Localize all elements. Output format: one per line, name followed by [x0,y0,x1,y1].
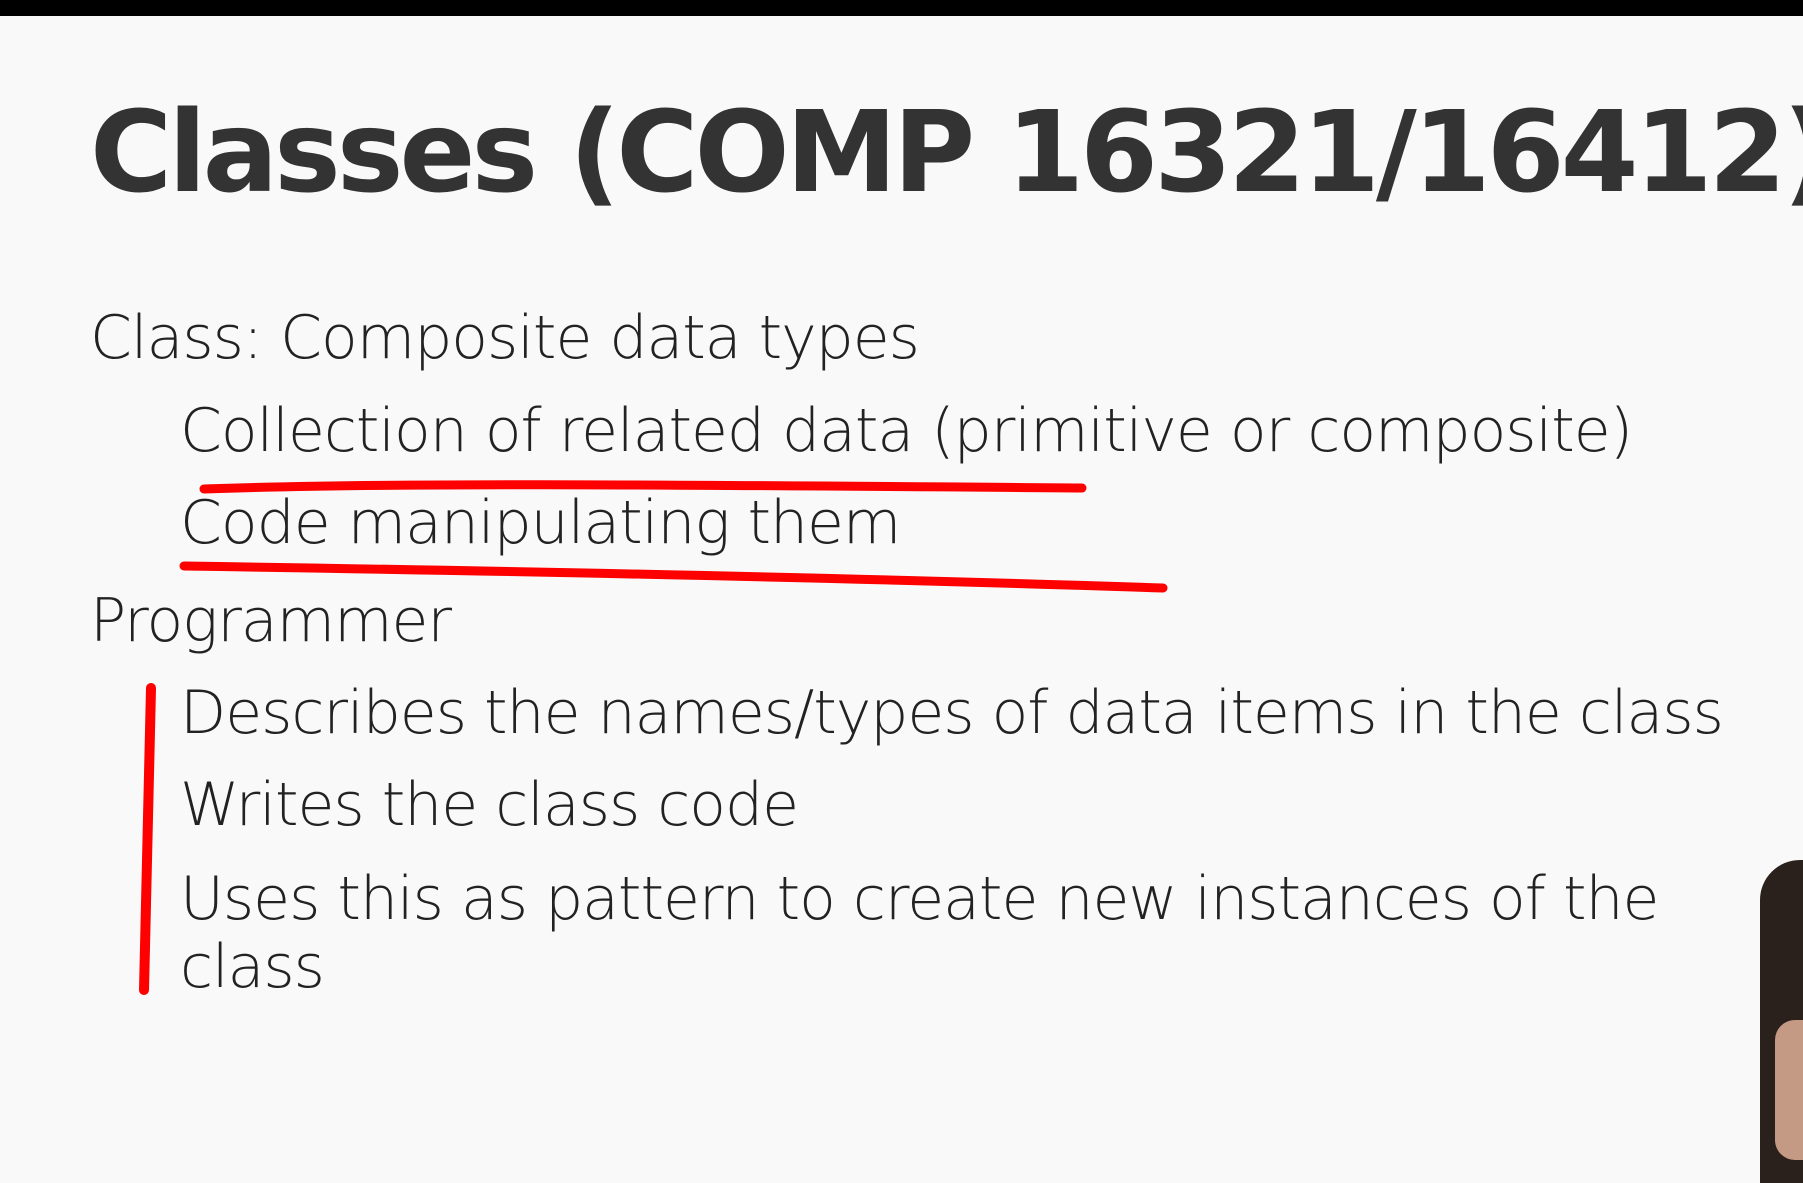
bullet-describes-names: Describes the names/types of data items … [180,678,1724,748]
bullet-code-manipulating: Code manipulating them [180,488,901,558]
top-black-bar [0,0,1803,16]
presenter-face-edge [1775,1020,1803,1160]
slide-title: Classes (COMP 16321/16412) [90,88,1803,218]
slide-frame: Classes (COMP 16321/16412) Class: Compos… [0,0,1803,1183]
bullet-uses-pattern-continued: class [180,932,325,1002]
bullet-writes-code: Writes the class code [180,770,799,840]
bullet-programmer: Programmer [90,586,452,656]
underline-code-manipulating [179,561,1168,593]
bullet-collection-of-data: Collection of related data (primitive or… [180,396,1633,466]
bullet-uses-pattern: Uses this as pattern to create new insta… [180,864,1659,934]
bullet-class-definition: Class: Composite data types [90,303,920,373]
bracket-programmer [139,683,156,995]
